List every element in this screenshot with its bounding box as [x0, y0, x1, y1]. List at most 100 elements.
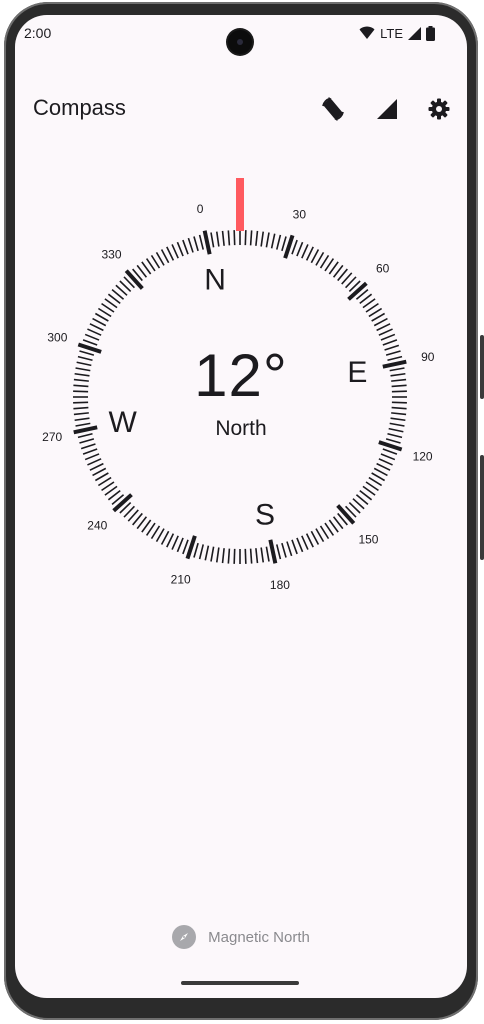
minor-tick [73, 412, 89, 416]
minor-tick [160, 249, 170, 264]
major-tick [283, 234, 295, 259]
minor-tick [233, 548, 236, 564]
minor-tick [260, 547, 265, 563]
minor-tick [376, 323, 391, 332]
minor-tick [270, 233, 276, 249]
minor-tick [296, 537, 304, 553]
major-tick [185, 535, 197, 560]
minor-tick [376, 462, 391, 471]
minor-tick [249, 548, 253, 564]
minor-tick [198, 234, 205, 250]
minor-tick [391, 412, 407, 416]
minor-tick [89, 323, 104, 332]
minor-tick [84, 333, 100, 341]
minor-tick [187, 237, 194, 253]
minor-tick [94, 472, 109, 482]
minor-tick [227, 230, 231, 246]
minor-tick [281, 542, 287, 558]
minor-tick [378, 458, 393, 466]
minor-tick [275, 234, 282, 250]
degree-label: 150 [358, 533, 378, 547]
degree-label: 330 [102, 247, 122, 261]
minor-tick [210, 546, 215, 562]
minor-tick [296, 241, 304, 257]
minor-tick [371, 312, 386, 322]
minor-tick [221, 548, 225, 564]
minor-tick [310, 530, 320, 545]
cardinal-s: S [255, 498, 275, 531]
magnetic-north-label: Magnetic North [208, 928, 310, 946]
major-tick [268, 539, 278, 564]
minor-tick [371, 472, 386, 482]
minor-tick [301, 535, 309, 550]
minor-tick [215, 231, 220, 247]
volume-button [480, 335, 484, 399]
minor-tick [291, 539, 298, 555]
degree-label: 210 [171, 573, 191, 587]
minor-tick [198, 544, 205, 560]
compass-dial: 0 306090120150180210240270300330 NESW [42, 178, 435, 592]
minor-tick [378, 328, 393, 336]
degree-label: 30 [293, 207, 307, 221]
magnetic-north-toggle[interactable]: Magnetic North [15, 925, 467, 949]
major-tick [112, 493, 133, 513]
screen: 2:00 LTE Compass 0 30 60 90 120 150 180 … [15, 15, 467, 998]
minor-tick [182, 239, 189, 255]
minor-tick [305, 533, 314, 548]
minor-tick [80, 443, 96, 450]
major-tick [336, 504, 356, 525]
minor-tick [382, 448, 398, 455]
heading-degrees: 12° [194, 342, 288, 409]
home-indicator[interactable] [181, 981, 299, 985]
minor-tick [260, 231, 265, 247]
minor-tick [310, 249, 320, 264]
minor-tick [373, 317, 388, 327]
minor-tick [255, 548, 259, 564]
minor-tick [182, 539, 189, 555]
minor-tick [286, 541, 293, 557]
degree-label: 120 [413, 449, 433, 463]
degree-label: 0 [197, 202, 204, 216]
minor-tick [160, 530, 170, 545]
minor-tick [155, 251, 165, 266]
minor-tick [227, 548, 231, 564]
minor-tick [171, 535, 179, 550]
minor-tick [315, 251, 325, 266]
minor-tick [210, 232, 215, 248]
minor-tick [87, 328, 102, 336]
device-frame: 2:00 LTE Compass 0 30 60 90 120 150 180 … [0, 0, 484, 1024]
minor-tick [380, 333, 396, 341]
power-button [480, 455, 484, 560]
compass-icon [172, 925, 197, 949]
minor-tick [176, 241, 184, 257]
minor-tick [155, 528, 165, 543]
minor-tick [233, 230, 236, 246]
major-tick [378, 440, 403, 452]
minor-tick [249, 230, 253, 246]
minor-tick [89, 462, 104, 471]
minor-tick [166, 246, 175, 261]
minor-tick [171, 244, 179, 259]
minor-tick [166, 533, 175, 548]
heading-direction: North [215, 417, 267, 440]
degree-label: 180 [270, 578, 290, 592]
minor-tick [275, 544, 282, 560]
minor-tick [305, 246, 314, 261]
heading-indicator [236, 178, 244, 231]
minor-tick [215, 547, 220, 563]
minor-tick [176, 537, 184, 553]
minor-tick [265, 232, 270, 248]
minor-tick [84, 453, 100, 461]
minor-tick [92, 467, 107, 477]
minor-tick [193, 236, 199, 252]
degree-label: 60 [376, 262, 390, 276]
minor-tick [94, 312, 109, 322]
major-tick [202, 230, 212, 255]
minor-tick [244, 230, 247, 246]
minor-tick [221, 230, 225, 246]
minor-tick [291, 239, 298, 255]
cardinal-n: N [204, 264, 226, 297]
degree-label: 240 [87, 518, 107, 532]
minor-tick [82, 448, 98, 455]
minor-tick [373, 467, 388, 477]
